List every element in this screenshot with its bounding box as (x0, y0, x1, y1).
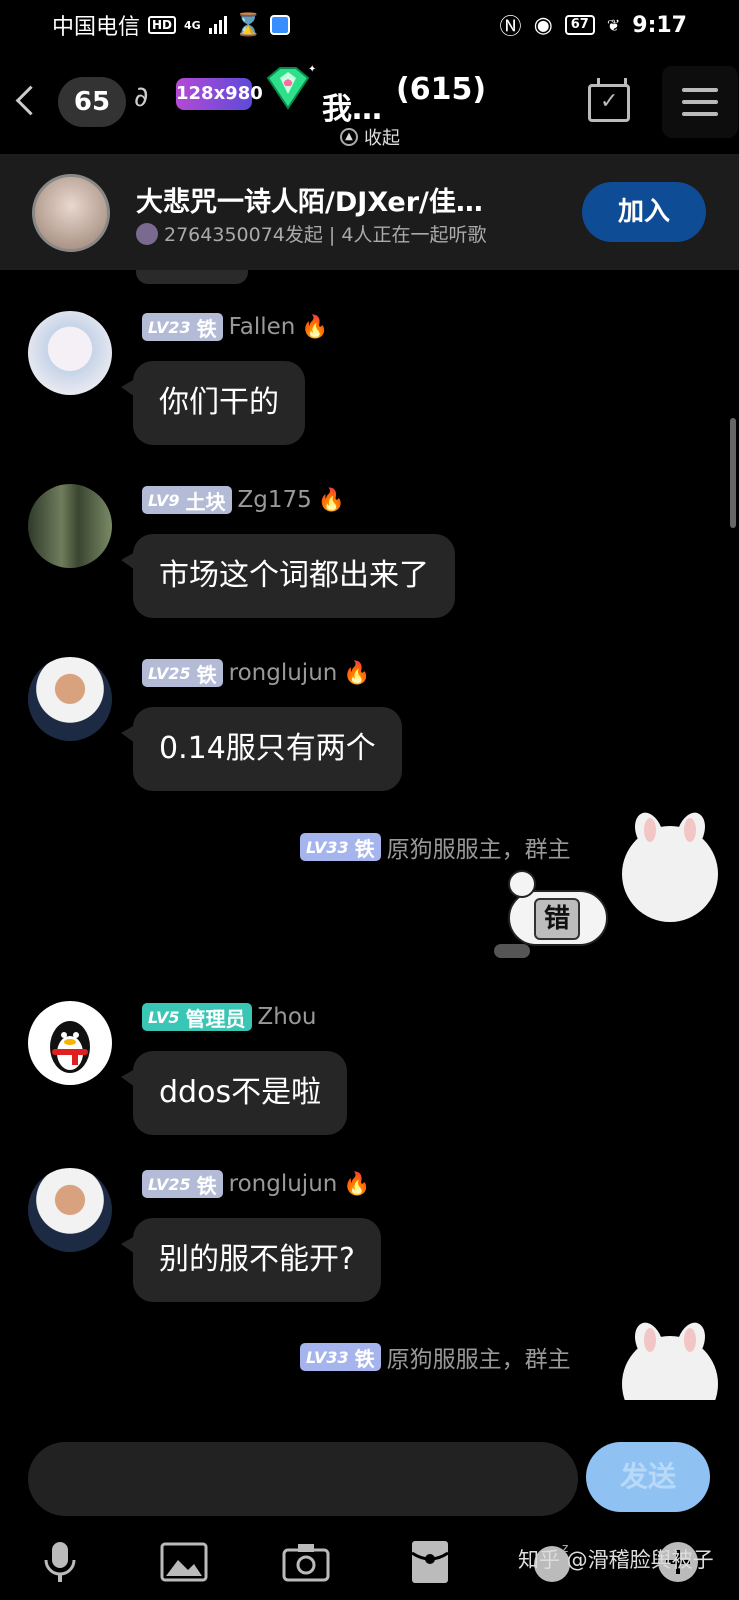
camera-icon[interactable] (276, 1532, 336, 1592)
menu-button[interactable] (662, 66, 738, 138)
member-count: (615) (396, 72, 487, 107)
microphone-icon[interactable] (30, 1532, 90, 1592)
hd-icon: HD (148, 16, 177, 34)
song-cover-avatar (32, 174, 110, 252)
group-level-badge: 128x980 (176, 78, 263, 110)
status-bar: 中国电信 HD 4G ⌛ Ⓝ ◉ 67 ❦ 9:17 (0, 0, 739, 50)
unread-count-badge[interactable]: 65 (58, 77, 126, 127)
bunny-avatar[interactable] (622, 818, 718, 922)
calendar-check-icon[interactable] (588, 78, 630, 122)
image-icon[interactable] (154, 1532, 214, 1592)
signal-icon (208, 16, 227, 34)
group-title[interactable]: 我… (322, 84, 382, 128)
fire-icon: 🔥 (301, 314, 329, 340)
previous-bubble (136, 270, 248, 284)
level-tag: LV23 铁 (142, 313, 223, 341)
carrier-label: 中国电信 (52, 15, 141, 40)
nickname[interactable]: Zhou (258, 1004, 317, 1030)
sticker-text: 错 (534, 898, 580, 940)
man-suit-avatar[interactable] (28, 657, 112, 741)
message-meta: LV25 铁 ronglujun 🔥 (142, 1170, 371, 1198)
message-bubble[interactable]: 市场这个词都出来了 (121, 534, 455, 618)
scrollbar[interactable] (730, 418, 736, 528)
join-button[interactable]: 加入 (582, 182, 706, 242)
man-suit-avatar[interactable] (28, 1168, 112, 1252)
fire-icon: 🔥 (343, 660, 371, 686)
initiator-avatar (136, 222, 158, 245)
message-meta: LV23 铁 Fallen 🔥 (142, 313, 329, 341)
level-tag: LV5 管理员 (142, 1003, 252, 1031)
chat-header: 65 ∂ 128x980 ✦ 我… (615) ▲ 收起 (0, 50, 739, 154)
ear-icon[interactable]: ∂ (134, 80, 148, 113)
fire-icon: 🔥 (343, 1171, 371, 1197)
red-packet-icon[interactable] (400, 1532, 460, 1592)
owner-message-meta: LV33 铁 原狗服服主，群主 (300, 1340, 571, 1374)
level-tag: LV25 铁 (142, 1170, 223, 1198)
message-meta: LV25 铁 ronglujun 🔥 (142, 659, 371, 687)
clock: 9:17 (632, 12, 687, 38)
message-item: LV9 土块 Zg175 🔥 市场这个词都出来了 (0, 484, 739, 624)
forest-avatar[interactable] (28, 484, 112, 568)
message-bubble[interactable]: 0.14服只有两个 (121, 707, 402, 791)
message-item: LV25 铁 ronglujun 🔥 0.14服只有两个 (0, 657, 739, 797)
level-tag: LV9 土块 (142, 486, 232, 514)
message-item: LV25 铁 ronglujun 🔥 别的服不能开? (0, 1168, 739, 1308)
nfc-icon: Ⓝ (499, 15, 522, 40)
shield-icon (270, 15, 291, 35)
nickname[interactable]: ronglujun (229, 1171, 338, 1197)
listen-subtitle-text: 2764350074发起 | 4人正在一起听歌 (164, 224, 487, 246)
back-arrow-icon[interactable] (8, 78, 44, 126)
diamond-icon: ✦ (266, 64, 316, 110)
rocket-sticker[interactable]: 错 (494, 870, 624, 970)
nickname[interactable]: Fallen (229, 314, 296, 340)
message-meta: LV9 土块 Zg175 🔥 (142, 486, 345, 514)
send-button[interactable]: 发送 (586, 1442, 710, 1512)
network-label: 4G (184, 18, 201, 32)
leaf-icon: ❦ (606, 15, 621, 35)
message-item: LV23 铁 Fallen 🔥 你们干的 (0, 311, 739, 451)
nickname[interactable]: Zg175 (238, 487, 312, 513)
nickname[interactable]: ronglujun (229, 660, 338, 686)
level-tag: LV25 铁 (142, 659, 223, 687)
level-tag: LV33 铁 (300, 833, 381, 861)
chat-messages[interactable]: LV23 铁 Fallen 🔥 你们干的 LV9 土块 Zg175 🔥 市场这个词都… (0, 270, 739, 1400)
nickname[interactable]: 原狗服服主，群主 (387, 1340, 571, 1374)
listen-subtitle: 2764350074发起 | 4人正在一起听歌 (136, 220, 486, 247)
message-bubble[interactable]: 别的服不能开? (121, 1218, 381, 1302)
message-bubble[interactable]: ddos不是啦 (120, 1051, 348, 1135)
message-input[interactable] (28, 1442, 578, 1516)
anime-girl-avatar[interactable] (28, 311, 112, 395)
hourglass-icon: ⌛ (234, 12, 263, 38)
level-tag: LV33 铁 (300, 1343, 381, 1371)
bunny-avatar[interactable] (622, 1328, 718, 1400)
owner-message-meta: LV33 铁 原狗服服主，群主 (300, 830, 571, 864)
message-meta: LV5 管理员 Zhou (142, 1003, 317, 1031)
watermark-text: 知乎 @滑稽脸舆被子 (518, 1548, 714, 1572)
qq-penguin-avatar[interactable] (28, 1001, 112, 1085)
eye-icon: ◉ (533, 12, 553, 38)
nickname[interactable]: 原狗服服主，群主 (387, 830, 571, 864)
fire-icon: 🔥 (317, 487, 346, 513)
svg-text:✦: ✦ (308, 64, 316, 75)
song-title: 大悲咒一诗人陌/DJXer/佳… (136, 187, 483, 218)
listen-together-bar[interactable]: 大悲咒一诗人陌/DJXer/佳… 2764350074发起 | 4人正在一起听歌… (0, 154, 739, 270)
message-bubble[interactable]: 你们干的 (121, 361, 305, 445)
collapse-toggle[interactable]: ▲ 收起 (340, 124, 400, 150)
input-area: 发送 z 知乎 @滑稽脸舆被子 (0, 1400, 739, 1600)
message-item: LV5 管理员 Zhou ddos不是啦 (0, 1001, 739, 1141)
battery-icon: 67 (564, 15, 595, 35)
chevron-up-icon: ▲ (340, 128, 358, 146)
collapse-label: 收起 (364, 128, 400, 149)
